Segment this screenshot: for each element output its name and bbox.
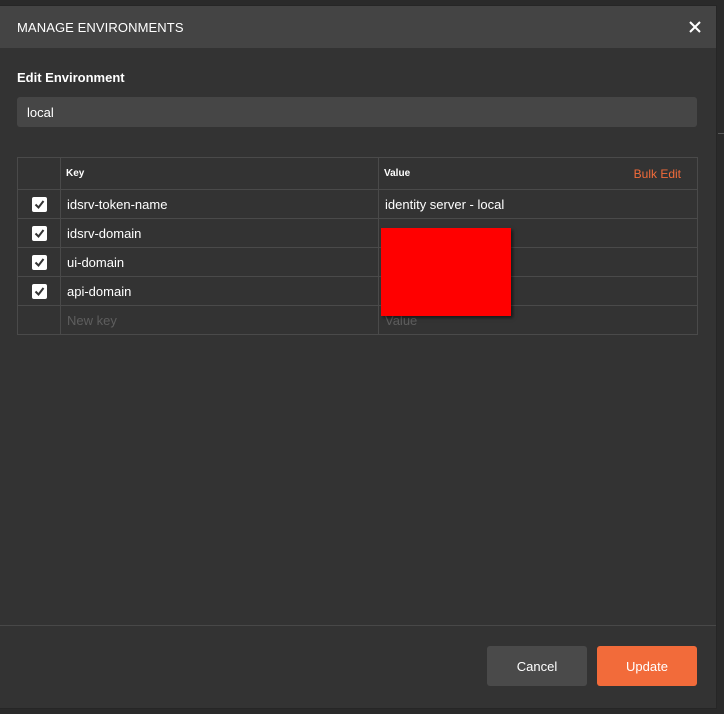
row-key: api-domain [67, 283, 132, 299]
row-key-cell[interactable]: api-domain [60, 276, 379, 306]
table-header-row: Key Value Bulk Edit [17, 157, 698, 190]
row-key: idsrv-token-name [67, 196, 168, 212]
row-checkbox-cell [17, 276, 61, 306]
row-value: identity server - local [385, 196, 505, 212]
footer-divider [0, 625, 716, 626]
checkmark-icon [34, 228, 44, 238]
row-enabled-checkbox[interactable] [31, 283, 47, 299]
close-button[interactable] [684, 16, 706, 38]
new-key-cell [60, 305, 379, 335]
row-enabled-checkbox[interactable] [31, 225, 47, 241]
row-key: ui-domain [67, 254, 125, 270]
new-key-input[interactable] [61, 306, 378, 334]
row-checkbox-cell [17, 218, 61, 248]
redaction-box [381, 228, 511, 316]
modal-header: MANAGE ENVIRONMENTS [0, 6, 716, 48]
table-row: ui-domain [17, 247, 698, 277]
manage-environments-modal: MANAGE ENVIRONMENTS Edit Environment Key… [0, 6, 716, 708]
close-icon [689, 21, 701, 33]
row-key-cell[interactable]: ui-domain [60, 247, 379, 277]
table-row: idsrv-token-name identity server - local [17, 189, 698, 219]
variables-table: Key Value Bulk Edit idsrv-token-name ide… [17, 157, 698, 335]
modal-title: MANAGE ENVIRONMENTS [17, 20, 184, 35]
background-divider [718, 133, 724, 134]
row-enabled-checkbox[interactable] [31, 254, 47, 270]
header-checkbox-column [17, 157, 61, 190]
row-key: idsrv-domain [67, 225, 142, 241]
row-key-cell[interactable]: idsrv-domain [60, 218, 379, 248]
table-row: idsrv-domain [17, 218, 698, 248]
checkmark-icon [34, 199, 44, 209]
header-value: Value Bulk Edit [378, 157, 698, 190]
bulk-edit-link[interactable]: Bulk Edit [634, 167, 681, 181]
cancel-button[interactable]: Cancel [487, 646, 587, 686]
new-row-checkbox-cell [17, 305, 61, 335]
edit-environment-label: Edit Environment [17, 70, 125, 85]
environment-name-input[interactable] [17, 97, 697, 127]
row-checkbox-cell [17, 247, 61, 277]
header-key: Key [60, 157, 379, 190]
checkmark-icon [34, 286, 44, 296]
row-checkbox-cell [17, 189, 61, 219]
row-enabled-checkbox[interactable] [31, 196, 47, 212]
new-variable-row [17, 305, 698, 335]
row-value-cell[interactable]: identity server - local [378, 189, 698, 219]
header-key-label: Key [66, 168, 85, 179]
row-key-cell[interactable]: idsrv-token-name [60, 189, 379, 219]
update-button[interactable]: Update [597, 646, 697, 686]
background-strip [716, 0, 724, 714]
table-row: api-domain [17, 276, 698, 306]
checkmark-icon [34, 257, 44, 267]
header-value-label: Value [384, 168, 411, 179]
